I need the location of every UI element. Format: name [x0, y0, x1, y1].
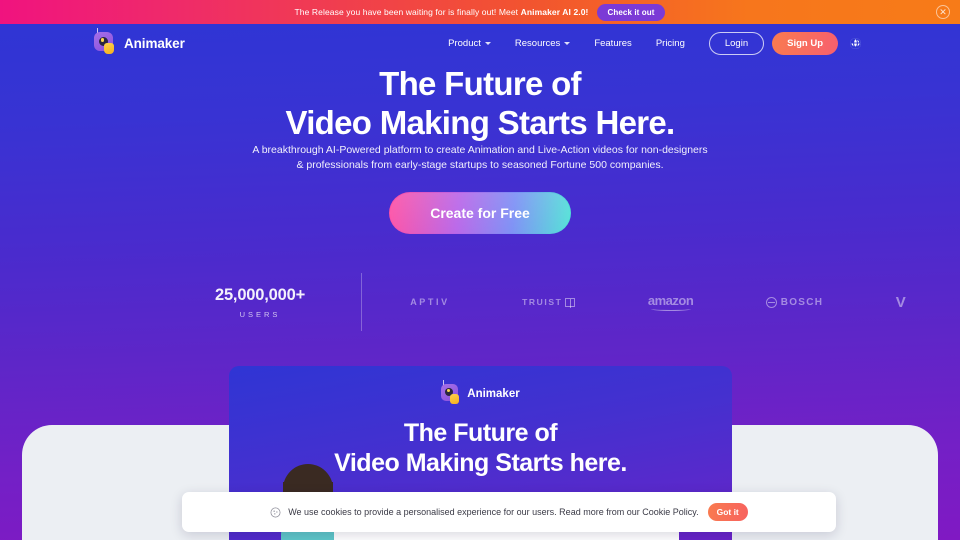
hero-title-line1: The Future of [379, 65, 581, 102]
announcement-text: The Release you have been waiting for is… [295, 7, 589, 17]
animaker-logo-icon [94, 27, 117, 55]
nav-item-features-label: Features [594, 37, 632, 49]
cookie-accept-button[interactable]: Got it [707, 503, 748, 521]
logo-amazon: amazon [647, 293, 694, 311]
chevron-down-icon [484, 42, 491, 45]
chevron-down-icon [564, 42, 571, 45]
nav-item-resources-label: Resources [514, 37, 561, 49]
social-proof-bar: 25,000,000+ USERS APTIV TRUIST amazon BO… [0, 268, 960, 336]
logo-bosch-label: BOSCH [780, 296, 824, 308]
hero-subtitle-line2: & professionals from early-stage startup… [296, 159, 664, 172]
truist-mark-icon [565, 297, 576, 308]
logo-v: V [896, 294, 906, 311]
nav-item-pricing-label: Pricing [655, 37, 685, 49]
cookie-consent-bar: We use cookies to provide a personalised… [182, 492, 836, 532]
logo-body [450, 394, 460, 404]
page-root: The Release you have been waiting for is… [0, 0, 960, 540]
nav-item-product-label: Product [448, 37, 481, 49]
user-count-label: USERS [239, 309, 281, 319]
user-count-stat: 25,000,000+ USERS [165, 286, 355, 319]
nav-item-pricing[interactable]: Pricing [644, 38, 697, 49]
globe-icon[interactable] [849, 37, 862, 50]
announcement-cta-button[interactable]: Check it out [596, 3, 666, 21]
nav-item-product[interactable]: Product [436, 38, 503, 49]
create-for-free-button[interactable]: Create for Free [389, 192, 571, 234]
hero-title-line2: Video Making Starts Here. [285, 103, 675, 141]
cookie-icon [270, 507, 281, 517]
logo-v-label: V [895, 293, 906, 311]
brand-logo[interactable]: Animaker [94, 27, 185, 55]
nav-item-features[interactable]: Features [582, 38, 644, 49]
animaker-logo-icon [441, 380, 461, 404]
hero-subtitle-line1: A breakthrough AI-Powered platform to cr… [252, 144, 708, 156]
hero-cta-wrapper: Create for Free [0, 192, 960, 234]
announcement-bar: The Release you have been waiting for is… [0, 0, 960, 24]
brand-name: Animaker [124, 35, 185, 51]
hero-title: The Future of Video Making Starts Here. [0, 65, 960, 142]
logo-aptiv: APTIV [410, 297, 450, 307]
vertical-divider [361, 273, 362, 331]
video-card-brand: Animaker [229, 380, 732, 404]
hero-subtitle: A breakthrough AI-Powered platform to cr… [0, 143, 960, 173]
cookie-message: We use cookies to provide a personalised… [288, 507, 699, 517]
navbar-right: Product Resources Features Pricing Login… [436, 31, 862, 55]
signup-button[interactable]: Sign Up [772, 31, 838, 55]
logo-bosch: BOSCH [765, 296, 824, 308]
logo-body [104, 42, 114, 54]
bosch-mark-icon [765, 296, 777, 308]
logo-truist-label: TRUIST [522, 297, 563, 307]
main-navbar: Animaker Product Resources Features Pric… [0, 24, 960, 62]
announcement-text-lead: The Release you have been waiting for is… [294, 7, 521, 17]
nav-item-resources[interactable]: Resources [503, 38, 582, 49]
logo-aptiv-label: APTIV [410, 297, 450, 307]
logo-truist: TRUIST [522, 297, 576, 308]
user-count-number: 25,000,000+ [214, 285, 306, 304]
video-card-brand-name: Animaker [467, 388, 520, 400]
announcement-close-icon[interactable]: ✕ [936, 5, 950, 19]
login-button[interactable]: Login [708, 31, 765, 55]
client-logos: APTIV TRUIST amazon BOSCH V [368, 293, 960, 311]
announcement-text-highlight: Animaker AI 2.0! [520, 7, 589, 17]
video-card-title-line1: The Future of [403, 419, 558, 447]
logo-amazon-label: amazon [647, 293, 694, 308]
